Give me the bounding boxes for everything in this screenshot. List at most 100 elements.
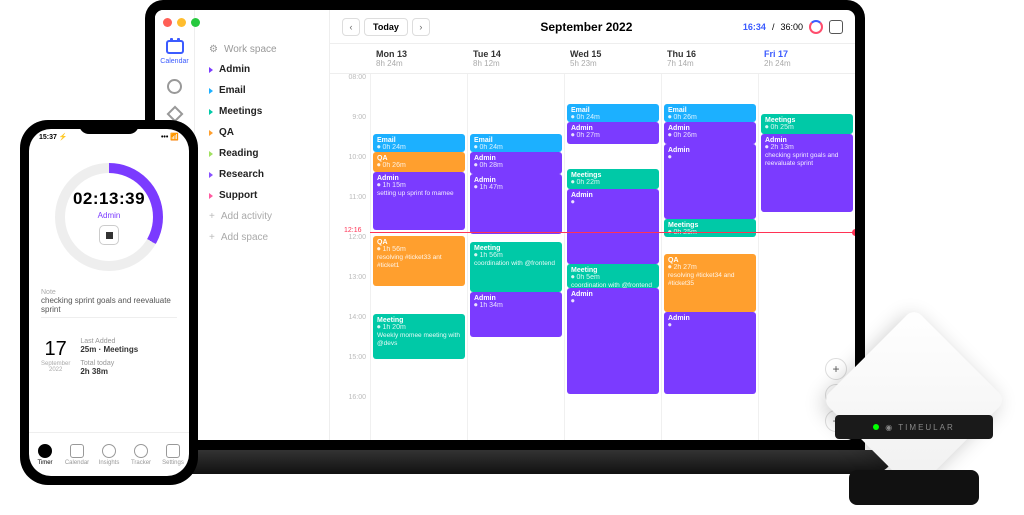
tracker-icon (134, 444, 148, 458)
now-dot-icon (852, 229, 855, 236)
note-label: Note (41, 289, 177, 296)
minimize-icon[interactable] (177, 18, 186, 27)
brand-label: ◉ TIMEULAR (885, 423, 955, 432)
calendar-event[interactable]: Email⏺ 0h 26m (664, 104, 756, 122)
today-button[interactable]: Today (364, 18, 408, 36)
tab-bar: TimerCalendarInsightsTrackerSettings (29, 432, 189, 476)
tab-timer[interactable]: Timer (29, 433, 61, 476)
timer-icon (38, 444, 52, 458)
today-date: 17 September 2022 (41, 338, 70, 376)
tracker-band: ◉ TIMEULAR (835, 415, 993, 439)
triangle-icon (209, 130, 213, 136)
stop-icon (106, 232, 113, 239)
sidebar-item-reading[interactable]: Reading (203, 143, 321, 164)
phone-frame: 15:37 ⚡ 📶 02:13:39 Admin Note checking s… (20, 120, 198, 485)
calendar-event[interactable]: Meeting⏺ 1h 56mcoordination with @fronte… (470, 242, 562, 292)
signal-icon: 📶 (161, 133, 179, 141)
tracked-time: 16:34 (743, 22, 766, 32)
calendar-label: Calendar (160, 58, 188, 65)
gear-icon: ⚙ (209, 44, 218, 55)
close-icon[interactable] (163, 18, 172, 27)
triangle-icon (209, 172, 213, 178)
month-title: September 2022 (540, 20, 632, 34)
calendar-event[interactable]: Email⏺ 0h 24m (373, 134, 465, 152)
notch (79, 129, 139, 134)
calendar-event[interactable]: Admin⏺ (567, 288, 659, 394)
sidebar-item-qa[interactable]: QA (203, 122, 321, 143)
progress-ring-icon (809, 20, 823, 34)
workspace-header[interactable]: ⚙ Work space (203, 40, 321, 59)
triangle-icon (209, 67, 213, 73)
calendar-event[interactable]: QA⏺ 1h 56mresolving #ticket33 ant #ticke… (373, 236, 465, 286)
calendar-event[interactable]: Admin⏺ 1h 47m (470, 174, 562, 234)
topbar: ‹ Today › September 2022 16:34 / 36:00 (330, 10, 855, 44)
calendar-event[interactable]: Admin⏺ (664, 312, 756, 394)
add-space[interactable]: +Add space (203, 227, 321, 248)
timer-activity: Admin (98, 211, 121, 220)
day-column[interactable]: Email⏺ 0h 24mQA⏺ 0h 26mAdmin⏺ 1h 15msett… (370, 74, 467, 440)
maximize-icon[interactable] (191, 18, 200, 27)
calendar-event[interactable]: Admin⏺ 2h 13mchecking sprint goals and r… (761, 134, 853, 212)
tab-tracker[interactable]: Tracker (125, 433, 157, 476)
timer-ring: 02:13:39 Admin (55, 163, 163, 271)
timer-value: 02:13:39 (73, 189, 145, 209)
calendar-event[interactable]: Email⏺ 0h 24m (470, 134, 562, 152)
tracker-body (822, 308, 1006, 492)
day-header[interactable]: Fri 172h 24m (758, 44, 855, 73)
tab-settings[interactable]: Settings (157, 433, 189, 476)
laptop-screen: Calendar ⚙ Work space AdminEmailMeetings… (145, 0, 865, 450)
status-bar: 15:37 ⚡ 📶 (29, 129, 189, 145)
now-indicator: 12:16 (370, 232, 855, 233)
triangle-icon (209, 193, 213, 199)
day-header[interactable]: Mon 138h 24m (370, 44, 467, 73)
tracker-icon[interactable] (169, 108, 181, 120)
calendar-event[interactable]: Admin⏺ (567, 189, 659, 264)
goal-time: 36:00 (780, 22, 803, 32)
calendar-event[interactable]: Meetings⏺ 0h 25m (761, 114, 853, 134)
tab-insights[interactable]: Insights (93, 433, 125, 476)
tab-calendar[interactable]: Calendar (61, 433, 93, 476)
calendar-event[interactable]: Meeting⏺ 0h 5emcoordination with @fronte… (567, 264, 659, 288)
day-header[interactable]: Tue 148h 12m (467, 44, 564, 73)
calendar-event[interactable]: Meeting⏺ 1h 20mWeekly momee meeting with… (373, 314, 465, 359)
day-header[interactable]: Thu 167h 14m (661, 44, 758, 73)
sidebar-item-admin[interactable]: Admin (203, 59, 321, 80)
calendar-event[interactable]: Admin⏺ 1h 15msetting up sprint fo mamee (373, 172, 465, 230)
sidebar-item-support[interactable]: Support (203, 185, 321, 206)
calendar-grid[interactable]: 08:009:0010:0011:0012:0013:0014:0015:001… (330, 74, 855, 440)
calendar-event[interactable]: Email⏺ 0h 24m (567, 104, 659, 122)
day-column[interactable]: Email⏺ 0h 26mAdmin⏺ 0h 26mAdmin⏺ Meeting… (661, 74, 758, 440)
calendar-event[interactable]: Admin⏺ 1h 34m (470, 292, 562, 337)
calendar-event[interactable]: Admin⏺ 0h 28m (470, 152, 562, 174)
day-header[interactable]: Wed 155h 23m (564, 44, 661, 73)
day-headers: Mon 138h 24mTue 148h 12mWed 155h 23mThu … (330, 44, 855, 74)
sidebar-item-research[interactable]: Research (203, 164, 321, 185)
sidebar-item-email[interactable]: Email (203, 80, 321, 101)
note-field[interactable]: checking sprint goals and reevaluate spr… (41, 296, 177, 318)
calendar-event[interactable]: Admin⏺ 0h 26m (664, 122, 756, 144)
next-button[interactable]: › (412, 18, 430, 36)
stop-button[interactable] (99, 225, 119, 245)
insights-icon[interactable] (167, 79, 182, 94)
triangle-icon (209, 88, 213, 94)
led-icon (873, 424, 879, 430)
calendar-icon[interactable] (166, 40, 184, 54)
calendar-event[interactable]: Admin⏺ (664, 144, 756, 219)
prev-button[interactable]: ‹ (342, 18, 360, 36)
laptop-frame: Calendar ⚙ Work space AdminEmailMeetings… (145, 0, 865, 500)
window-controls (163, 18, 200, 27)
add-activity[interactable]: +Add activity (203, 206, 321, 227)
day-column[interactable]: Email⏺ 0h 24mAdmin⏺ 0h 27m Meetings⏺ 0h 2… (564, 74, 661, 440)
time-sep: / (772, 22, 775, 32)
calendar-picker-icon[interactable] (829, 20, 843, 34)
calendar-event[interactable]: QA⏺ 2h 27mresolving #ticket34 and #ticke… (664, 254, 756, 312)
calendar-event[interactable]: QA⏺ 0h 26m (373, 152, 465, 172)
calendar-event[interactable]: Meetings⏺ 0h 22m (567, 169, 659, 189)
day-column[interactable]: Email⏺ 0h 24mAdmin⏺ 0h 28mAdmin⏺ 1h 47m M… (467, 74, 564, 440)
triangle-icon (209, 151, 213, 157)
tracker-base (849, 470, 979, 505)
calendar-event[interactable]: Meetings⏺ 0h 25m (664, 219, 756, 237)
sidebar-item-meetings[interactable]: Meetings (203, 101, 321, 122)
calendar-icon (70, 444, 84, 458)
calendar-event[interactable]: Admin⏺ 0h 27m (567, 122, 659, 144)
